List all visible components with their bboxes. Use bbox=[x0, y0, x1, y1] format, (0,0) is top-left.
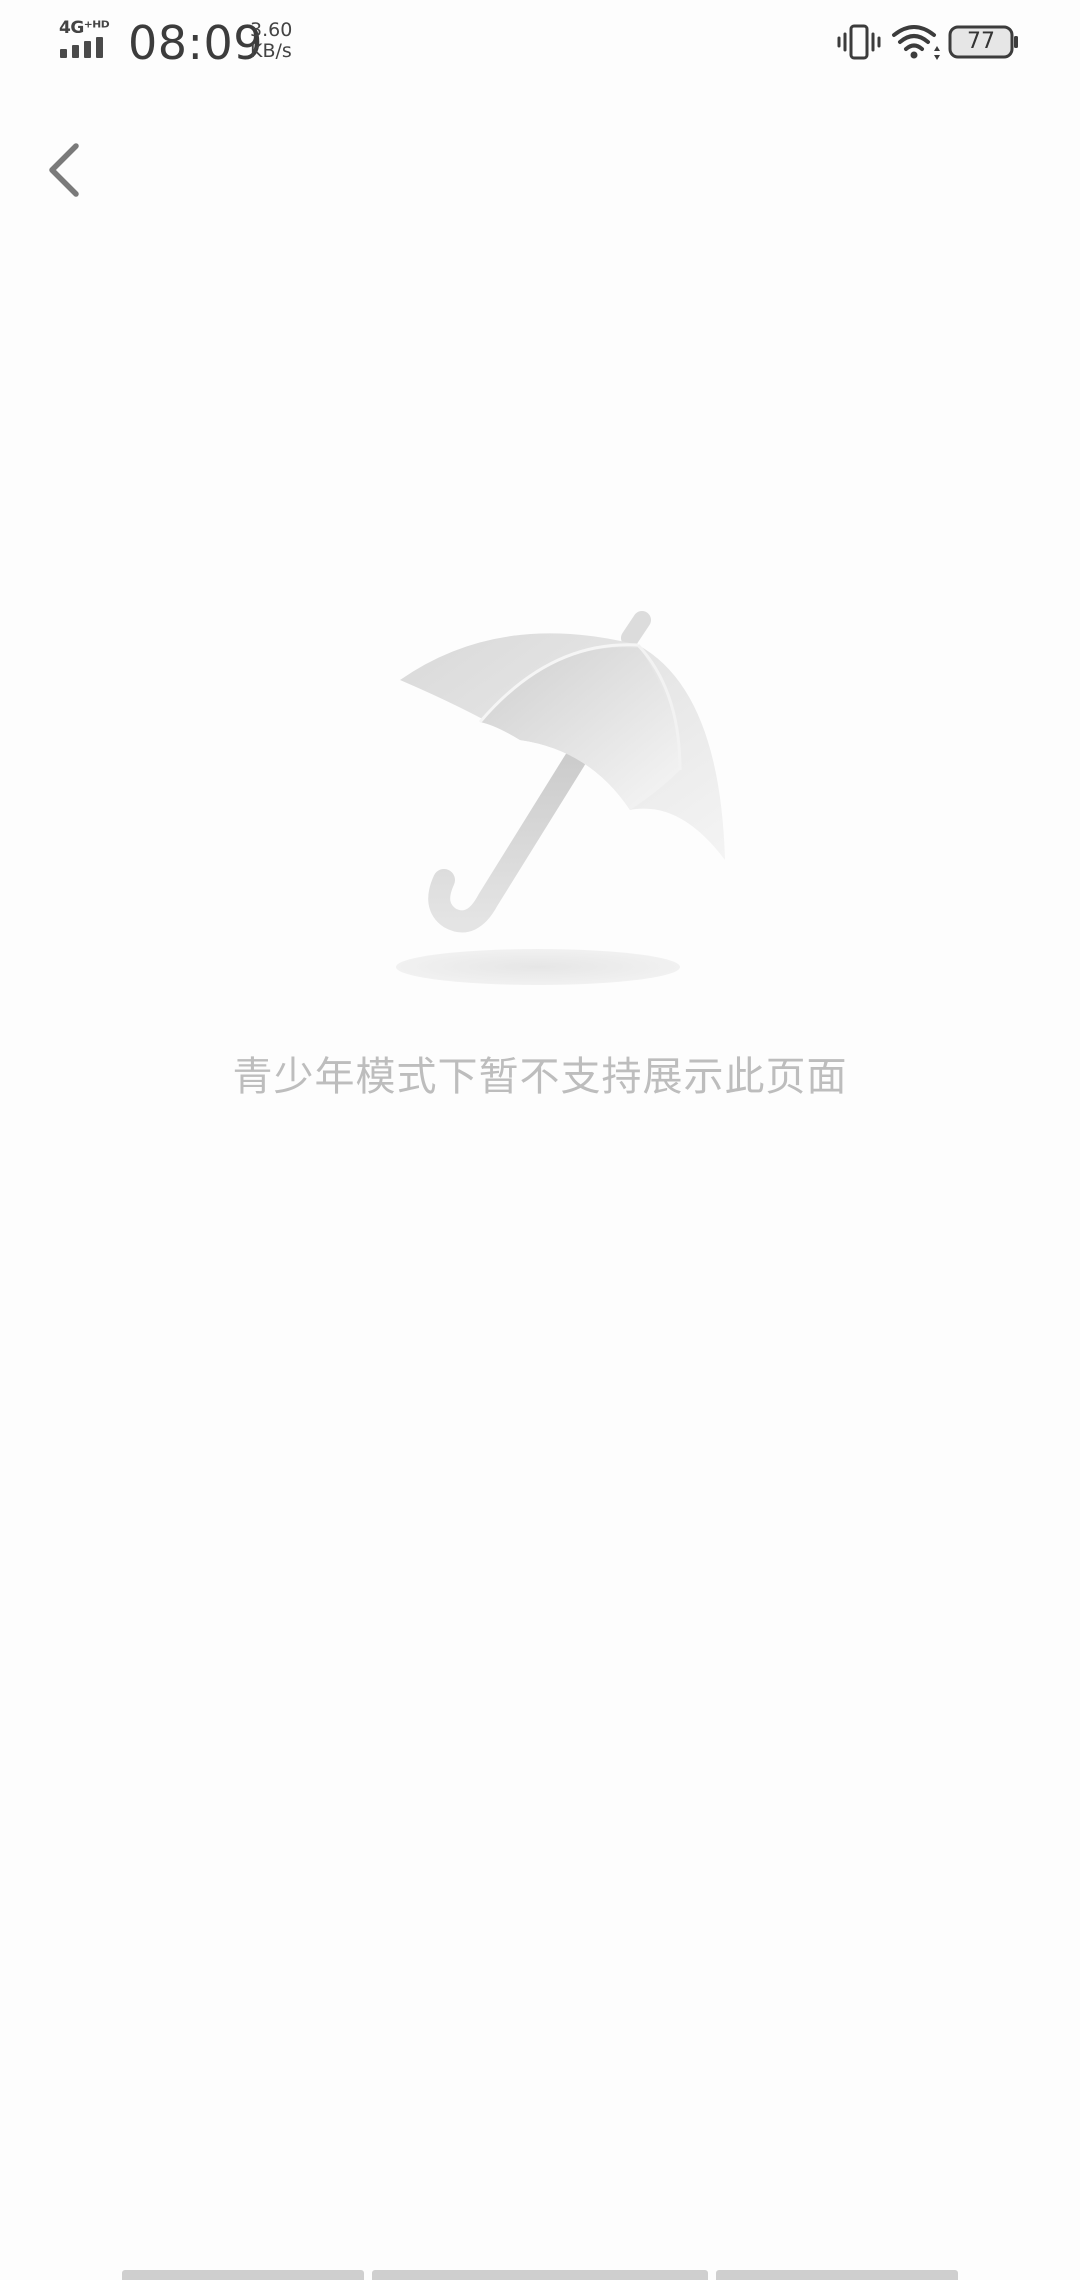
gesture-bar-left bbox=[122, 2270, 364, 2280]
chevron-left-icon bbox=[49, 143, 79, 197]
status-clock: 08:09 bbox=[128, 16, 264, 70]
vibrate-icon bbox=[837, 24, 881, 60]
network-speed-value: 3.60 bbox=[250, 19, 293, 41]
battery-level: 77 bbox=[967, 29, 995, 54]
network-speed-unit: KB/s bbox=[250, 40, 292, 62]
umbrella-icon bbox=[396, 611, 725, 985]
gesture-bar-center bbox=[372, 2270, 708, 2280]
network-type-label: 4G⁺ᴴᴰ bbox=[59, 18, 110, 38]
network-speed: 3.60 KB/s bbox=[250, 20, 292, 62]
back-button[interactable] bbox=[36, 130, 96, 210]
status-bar: 4G⁺ᴴᴰ 08:09 3.60 KB/s 77 bbox=[0, 0, 1080, 84]
empty-state-message: 青少年模式下暂不支持展示此页面 bbox=[232, 1054, 848, 1100]
signal-icon bbox=[60, 36, 106, 58]
gesture-bar-right bbox=[716, 2270, 958, 2280]
wifi-icon bbox=[892, 25, 940, 60]
